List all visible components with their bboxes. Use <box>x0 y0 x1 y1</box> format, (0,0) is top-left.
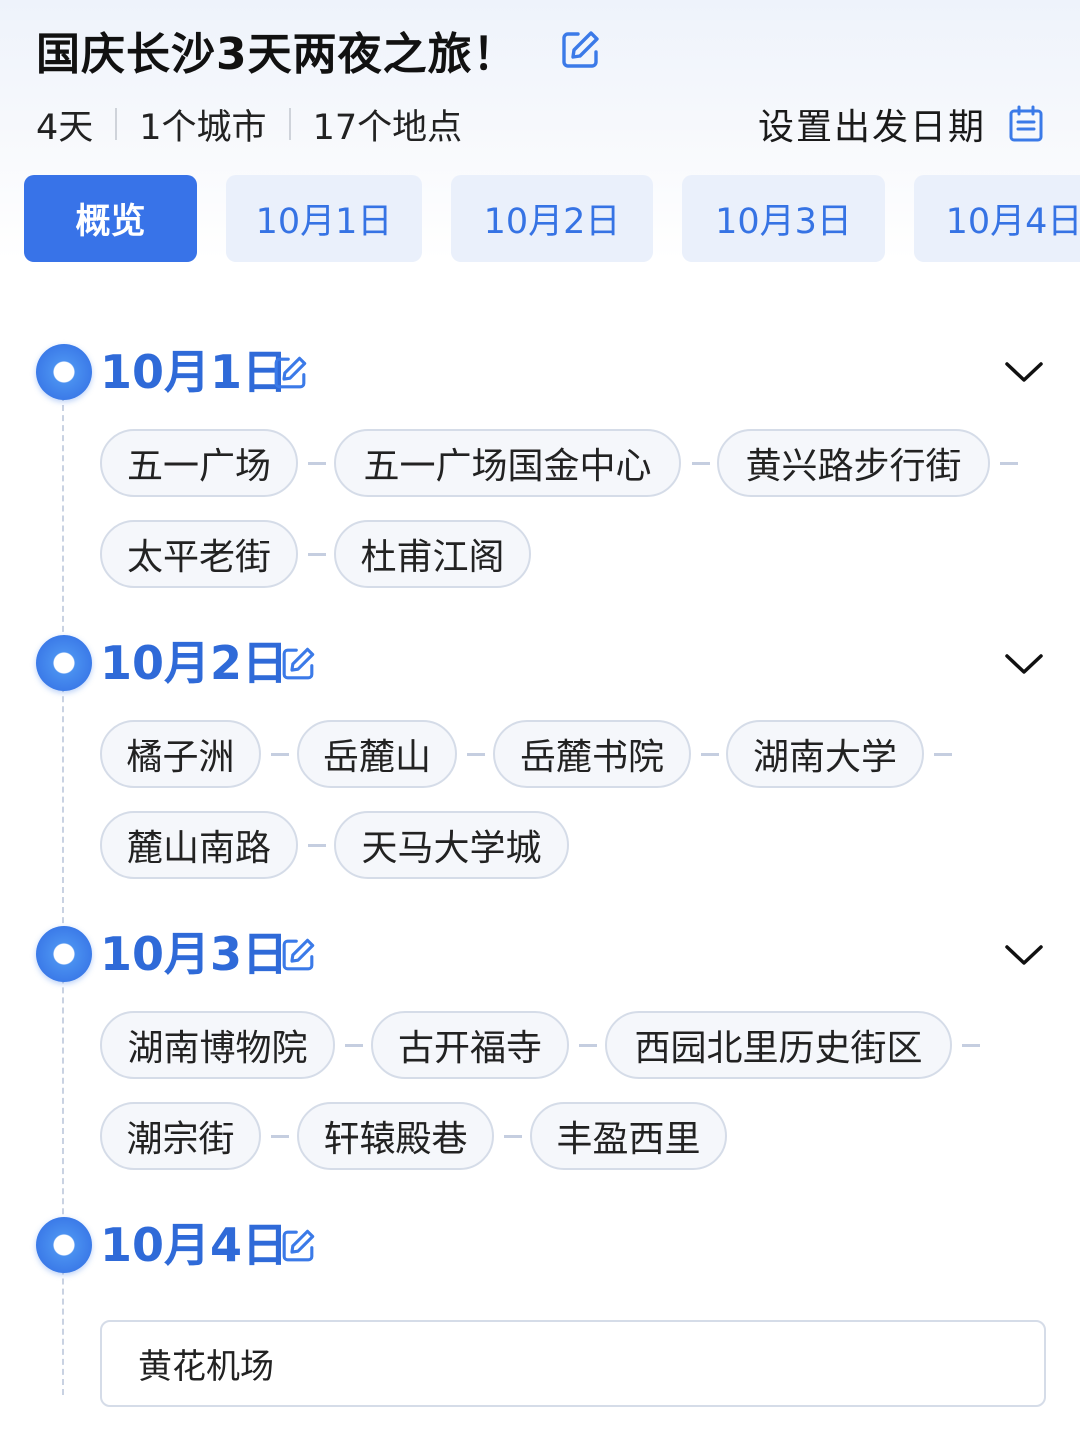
place-chip[interactable]: 岳麓书院 <box>493 720 691 788</box>
connector <box>579 1044 597 1047</box>
connector <box>308 844 326 847</box>
place-chip[interactable]: 古开福寺 <box>371 1011 569 1079</box>
day-title: 10月2日 <box>100 636 289 690</box>
day-tabs: 概览 10月1日 10月2日 10月3日 10月4日 <box>24 175 1080 262</box>
place-chip[interactable]: 轩辕殿巷 <box>297 1102 494 1170</box>
connector <box>962 1044 980 1047</box>
divider <box>115 108 118 140</box>
place-chip[interactable]: 五一广场国金中心 <box>334 429 681 497</box>
trip-title-row: 国庆长沙3天两夜之旅！ <box>36 18 602 82</box>
tab-overview[interactable]: 概览 <box>24 175 197 262</box>
place-chip[interactable]: 杜甫江阁 <box>334 520 531 588</box>
connector <box>692 462 710 465</box>
calendar-icon <box>1008 105 1044 143</box>
divider <box>288 108 291 140</box>
chevron-down-icon[interactable] <box>1004 943 1044 967</box>
trip-title: 国庆长沙3天两夜之旅！ <box>36 29 518 80</box>
places-count: 17个地点 <box>312 107 463 148</box>
place-card[interactable]: 黄花机场 <box>100 1320 1046 1407</box>
place-chip[interactable]: 西园北里历史街区 <box>605 1011 952 1079</box>
set-departure-date-button[interactable]: 设置出发日期 <box>758 98 1044 150</box>
place-chip[interactable]: 湖南博物院 <box>100 1011 335 1079</box>
day-title: 10月3日 <box>100 927 289 981</box>
edit-icon[interactable] <box>558 28 602 72</box>
timeline-dot-icon <box>36 926 92 982</box>
place-chip[interactable]: 橘子洲 <box>100 720 261 788</box>
place-chip[interactable]: 湖南大学 <box>726 720 924 788</box>
place-chip[interactable]: 太平老街 <box>100 520 298 588</box>
day-title: 10月1日 <box>100 345 289 399</box>
place-chip[interactable]: 岳麓山 <box>297 720 457 788</box>
cities-count: 1个城市 <box>139 107 267 148</box>
place-chip[interactable]: 黄兴路步行街 <box>717 429 990 497</box>
timeline-dot-icon <box>36 635 92 691</box>
timeline-dot-icon <box>36 344 92 400</box>
edit-icon[interactable] <box>279 645 317 683</box>
connector <box>934 753 952 756</box>
day-title: 10月4日 <box>100 1218 289 1272</box>
connector <box>271 1135 289 1138</box>
place-chip[interactable]: 潮宗街 <box>100 1102 261 1170</box>
tab-oct-2[interactable]: 10月2日 <box>451 175 653 262</box>
edit-icon[interactable] <box>271 354 309 392</box>
days-count: 4天 <box>36 107 94 148</box>
place-chip[interactable]: 丰盈西里 <box>530 1102 727 1170</box>
tab-oct-1[interactable]: 10月1日 <box>226 175 422 262</box>
place-chip[interactable]: 麓山南路 <box>100 811 298 879</box>
connector <box>467 753 485 756</box>
connector <box>504 1135 522 1138</box>
tab-oct-4[interactable]: 10月4日 <box>914 175 1080 262</box>
connector <box>345 1044 363 1047</box>
timeline-dot-icon <box>36 1217 92 1273</box>
chevron-down-icon[interactable] <box>1004 360 1044 384</box>
connector <box>1000 462 1018 465</box>
place-chip[interactable]: 天马大学城 <box>334 811 569 879</box>
place-chip[interactable]: 五一广场 <box>100 429 298 497</box>
trip-summary: 4天 1个城市 17个地点 设置出发日期 <box>36 98 1044 150</box>
connector <box>308 553 326 556</box>
set-date-label: 设置出发日期 <box>757 107 986 148</box>
connector <box>701 753 719 756</box>
connector <box>271 753 289 756</box>
edit-icon[interactable] <box>279 1227 317 1265</box>
edit-icon[interactable] <box>279 936 317 974</box>
chevron-down-icon[interactable] <box>1004 652 1044 676</box>
connector <box>308 462 326 465</box>
tab-oct-3[interactable]: 10月3日 <box>682 175 885 262</box>
